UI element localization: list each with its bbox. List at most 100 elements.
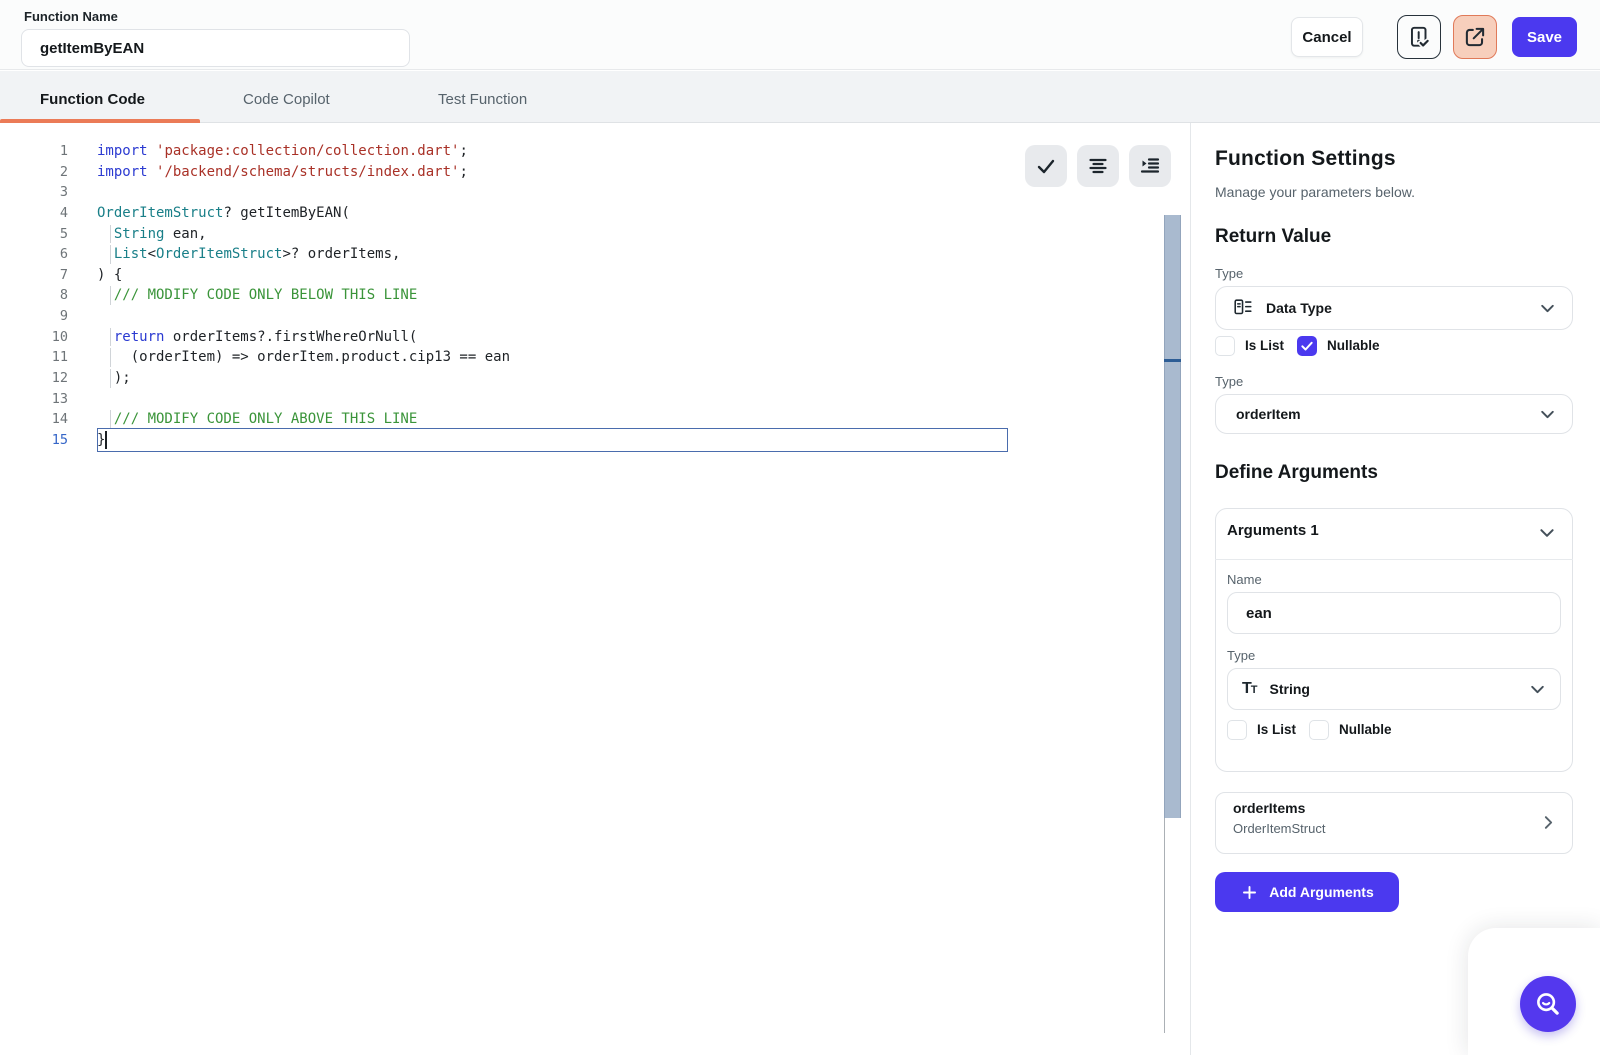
tab-test-function[interactable]: Test Function [438,91,527,108]
return-subtype-dropdown[interactable]: orderItem [1215,394,1573,434]
argument-nullable-label: Nullable [1339,722,1392,737]
code-text: ); [97,368,131,389]
argument-type-dropdown[interactable]: TT String [1227,668,1561,710]
indent-guide [110,225,111,244]
code-line: 10 return orderItems?.firstWhereOrNull( [0,327,1164,348]
text-cursor [105,431,107,449]
code-line: 7 ) { [0,265,1164,286]
add-arguments-button[interactable]: Add Arguments [1215,872,1399,912]
panel-subtitle: Manage your parameters below. [1215,184,1415,200]
panel-title: Function Settings [1215,147,1396,171]
argument-row-type: OrderItemStruct [1233,821,1325,836]
return-type-label: Type [1215,266,1243,281]
return-value-heading: Return Value [1215,226,1331,248]
return-is-list-checkbox[interactable] [1215,336,1235,356]
validate-code-icon [1406,24,1432,50]
argument-name-input[interactable] [1227,592,1561,634]
code-line: 9 [0,306,1164,327]
open-external-icon [1462,24,1488,50]
tab-function-code[interactable]: Function Code [40,91,145,108]
indent-guide [110,410,111,429]
define-arguments-heading: Define Arguments [1215,462,1378,484]
help-search-icon [1533,989,1563,1019]
code-text: import '/backend/schema/structs/index.da… [97,162,468,183]
line-number: 14 [0,409,68,430]
chevron-right-icon [1540,814,1557,836]
argument-type-value: String [1270,681,1310,697]
indent-guide [110,245,111,264]
line-number: 7 [0,265,68,286]
code-text: (orderItem) => orderItem.product.cip13 =… [97,347,510,368]
code-line: 5 String ean, [0,224,1164,245]
argument-name-label: Name [1227,572,1262,587]
argument-is-list-label: Is List [1257,722,1296,737]
argument-nullable-checkbox[interactable] [1309,720,1329,740]
save-button[interactable]: Save [1512,17,1577,57]
return-nullable-checkbox[interactable] [1297,336,1317,356]
chevron-down-icon [1539,300,1556,317]
code-text: String ean, [97,224,207,245]
cancel-button[interactable]: Cancel [1291,17,1363,57]
check-icon [1034,154,1058,178]
code-lines: 1 import 'package:collection/collection.d… [0,141,1164,451]
format-align-button[interactable] [1077,145,1119,187]
code-line: 2 import '/backend/schema/structs/index.d… [0,162,1164,183]
tab-code-copilot[interactable]: Code Copilot [243,91,330,108]
code-text: return orderItems?.firstWhereOrNull( [97,327,417,348]
line-number: 2 [0,162,68,183]
line-number: 8 [0,285,68,306]
indent-button[interactable] [1129,145,1171,187]
validate-code-button[interactable] [1397,15,1441,59]
code-line: 14 /// MODIFY CODE ONLY ABOVE THIS LINE [0,409,1164,430]
return-data-type-value: Data Type [1266,300,1332,316]
line-number: 1 [0,141,68,162]
code-line: 15} [0,430,1164,451]
chevron-down-icon [1539,406,1556,423]
argument-card-divider [1215,559,1573,560]
indent-guide [110,369,111,388]
function-name-input[interactable] [21,29,410,67]
code-text: List<OrderItemStruct>? orderItems, [97,244,400,265]
plus-icon [1240,883,1259,902]
code-editor[interactable]: 1 import 'package:collection/collection.d… [0,123,1191,1055]
return-subtype-label: Type [1215,374,1243,389]
line-number: 6 [0,244,68,265]
tab-bar [0,71,1600,123]
code-line: 12 ); [0,368,1164,389]
line-number: 5 [0,224,68,245]
code-text: import 'package:collection/collection.da… [97,141,468,162]
code-line: 4OrderItemStruct? getItemByEAN( [0,203,1164,224]
code-line: 1 import 'package:collection/collection.d… [0,141,1164,162]
line-number: 10 [0,327,68,348]
line-number: 12 [0,368,68,389]
editor-scrollbar-thumb[interactable] [1164,215,1181,818]
panel-divider [1190,123,1191,1055]
return-nullable-label: Nullable [1327,338,1380,353]
chevron-down-icon[interactable] [1538,524,1556,547]
line-number: 3 [0,182,68,203]
function-editor-page: Function Name Cancel Save Function Code … [0,0,1600,1055]
code-line: 13 [0,389,1164,410]
code-line: 8 /// MODIFY CODE ONLY BELOW THIS LINE [0,285,1164,306]
code-text: ) { [97,265,122,286]
code-text: /// MODIFY CODE ONLY ABOVE THIS LINE [97,409,417,430]
data-type-icon [1232,297,1254,319]
argument-is-list-checkbox[interactable] [1227,720,1247,740]
code-text: OrderItemStruct? getItemByEAN( [97,203,350,224]
open-external-button[interactable] [1453,15,1497,59]
indent-guide [110,348,111,367]
indent-guide [110,286,111,305]
line-number: 15 [0,430,68,451]
text-type-icon: TT [1242,680,1258,698]
format-check-button[interactable] [1025,145,1067,187]
function-name-label: Function Name [24,9,118,24]
return-subtype-value: orderItem [1236,406,1301,422]
argument-group-title: Arguments 1 [1227,522,1319,539]
indent-guide [110,328,111,347]
code-line: 11 (orderItem) => orderItem.product.cip1… [0,347,1164,368]
editor-scrollbar-marker [1164,359,1181,362]
help-button[interactable] [1520,976,1576,1032]
argument-row-name: orderItems [1233,800,1305,816]
return-data-type-dropdown[interactable]: Data Type [1215,286,1573,330]
line-number: 11 [0,347,68,368]
